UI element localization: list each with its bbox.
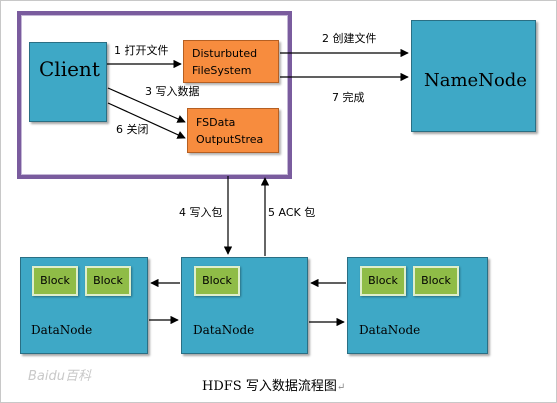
step-open-file-label: 1 打开文件 xyxy=(114,44,169,57)
arrows-layer xyxy=(107,48,409,327)
paragraph-mark: ↵ xyxy=(336,382,346,393)
step-write-data-label: 3 写入数据 xyxy=(145,85,200,98)
caption-text: HDFS 写入数据流程图 xyxy=(202,379,337,394)
baidu-watermark: Baidu百科 xyxy=(28,369,91,384)
step-close-label: 6 关闭 xyxy=(116,123,149,136)
step-create-file-label: 2 创建文件 xyxy=(322,32,377,45)
step-write-packet-label: 4 写入包 xyxy=(179,206,223,219)
step-complete-label: 7 完成 xyxy=(332,91,365,104)
step-ack-packet-label: 5 ACK 包 xyxy=(268,206,316,219)
diagram-caption: HDFS 写入数据流程图↵ xyxy=(202,375,345,394)
